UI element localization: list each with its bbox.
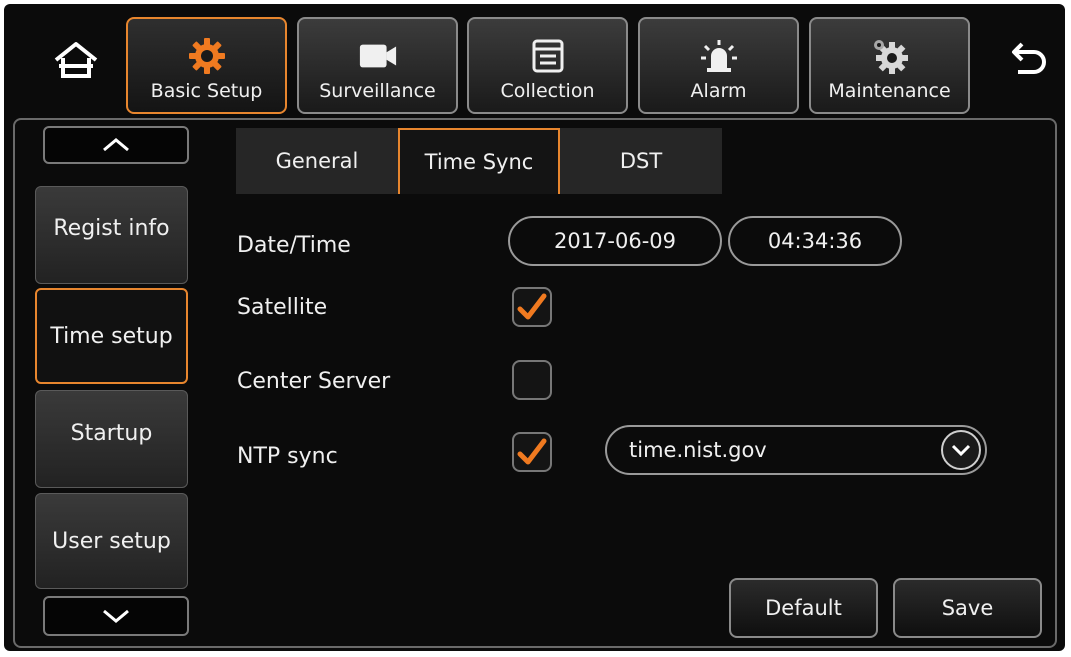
chevron-up-icon (103, 138, 129, 152)
ntp-server-select[interactable]: time.nist.gov (605, 425, 987, 475)
date-value: 2017-06-09 (553, 229, 677, 253)
sidebar-item-user-setup[interactable]: User setup (35, 493, 188, 589)
tab-basic-setup-label: Basic Setup (150, 80, 263, 102)
satellite-checkbox[interactable] (512, 287, 552, 327)
collection-icon (528, 38, 568, 74)
tab-dst-label: DST (619, 149, 663, 173)
tab-time-sync-label: Time Sync (424, 150, 534, 174)
scroll-down-button[interactable] (43, 596, 189, 636)
gear-icon (187, 38, 227, 74)
tab-collection[interactable]: Collection (467, 17, 628, 114)
chevron-down-icon[interactable] (941, 430, 981, 470)
tab-general-label: General (275, 149, 359, 173)
camera-icon (358, 38, 398, 74)
default-button[interactable]: Default (729, 578, 878, 638)
maintenance-icon (870, 38, 910, 74)
sidebar-item-startup[interactable]: Startup (35, 390, 188, 488)
alarm-icon (699, 38, 739, 74)
tab-surveillance-label: Surveillance (319, 80, 436, 102)
home-icon (54, 42, 98, 78)
tab-basic-setup[interactable]: Basic Setup (126, 17, 287, 114)
ntp-sync-checkbox[interactable] (512, 432, 552, 472)
tab-dst[interactable]: DST (560, 128, 722, 194)
tab-alarm[interactable]: Alarm (638, 17, 799, 114)
ntp-server-value: time.nist.gov (629, 438, 767, 462)
home-button[interactable] (46, 38, 106, 82)
date-field[interactable]: 2017-06-09 (508, 216, 722, 266)
scroll-up-button[interactable] (43, 126, 189, 164)
save-button-label: Save (941, 596, 994, 620)
default-button-label: Default (765, 596, 842, 620)
time-value: 04:34:36 (767, 229, 863, 253)
save-button[interactable]: Save (893, 578, 1042, 638)
sidebar-item-regist-info[interactable]: Regist info (35, 186, 188, 284)
chevron-down-icon (103, 609, 129, 623)
tab-time-sync[interactable]: Time Sync (398, 128, 560, 194)
time-field[interactable]: 04:34:36 (728, 216, 902, 266)
sidebar-item-label: Startup (70, 420, 153, 446)
checkmark-icon (517, 438, 547, 465)
back-icon (1012, 42, 1046, 74)
satellite-label: Satellite (237, 295, 328, 320)
tab-collection-label: Collection (500, 80, 595, 102)
tab-maintenance-label: Maintenance (828, 80, 951, 102)
center-server-label: Center Server (237, 369, 391, 394)
center-server-checkbox[interactable] (512, 360, 552, 400)
ntp-sync-label: NTP sync (237, 444, 338, 469)
sidebar-item-label: Time setup (50, 323, 173, 349)
tab-maintenance[interactable]: Maintenance (809, 17, 970, 114)
tab-surveillance[interactable]: Surveillance (297, 17, 458, 114)
tab-general[interactable]: General (236, 128, 398, 194)
sidebar-item-time-setup[interactable]: Time setup (35, 288, 188, 384)
back-button[interactable] (1003, 38, 1053, 82)
tab-alarm-label: Alarm (690, 80, 747, 102)
datetime-label: Date/Time (237, 233, 351, 258)
sidebar-item-label: Regist info (53, 215, 170, 241)
sidebar-item-label: User setup (52, 528, 171, 554)
checkmark-icon (517, 293, 547, 320)
